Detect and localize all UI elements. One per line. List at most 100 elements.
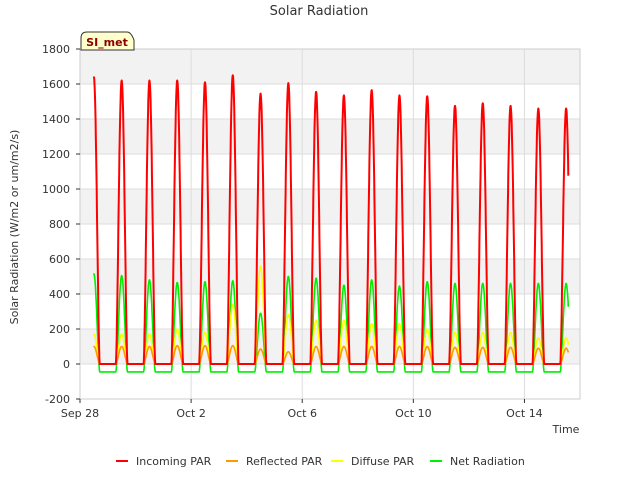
data-point-reflected-par <box>204 344 206 347</box>
data-point-incoming-par <box>259 92 262 95</box>
plot-band <box>80 84 580 119</box>
y-tick-label: 0 <box>63 358 70 371</box>
data-point-net-radiation <box>120 274 123 277</box>
data-point-reflected-par <box>454 346 456 349</box>
data-point-incoming-par <box>148 79 151 82</box>
legend-label: Reflected PAR <box>246 455 323 468</box>
site-badge: SI_met <box>80 31 135 51</box>
data-point-net-radiation <box>148 279 151 281</box>
site-badge-label: SI_met <box>86 36 128 49</box>
data-point-incoming-par <box>398 94 401 97</box>
data-point-diffuse-par <box>204 331 206 334</box>
data-point-net-radiation <box>231 280 234 282</box>
y-tick-label: 1800 <box>42 43 70 56</box>
y-tick-label: 1000 <box>42 183 70 196</box>
data-point-net-radiation <box>204 280 206 283</box>
data-point-reflected-par <box>259 348 262 350</box>
data-point-incoming-par <box>231 74 234 77</box>
y-axis-ticks: -200 0 200 400 600 800 1000 1200 1400 1600 1800 <box>42 43 80 406</box>
plot-band <box>80 224 580 259</box>
y-tick-label: -200 <box>45 393 70 406</box>
y-tick-label: 1600 <box>42 78 70 91</box>
data-point-incoming-par <box>343 94 345 97</box>
data-point-net-radiation <box>370 279 373 281</box>
legend-item: Reflected PAR <box>226 455 323 468</box>
data-point-reflected-par <box>287 350 290 353</box>
data-point-reflected-par <box>426 345 429 348</box>
data-point-reflected-par <box>120 345 123 348</box>
data-point-reflected-par <box>148 345 151 348</box>
data-point-diffuse-par <box>176 328 179 330</box>
data-point-incoming-par <box>93 76 95 78</box>
data-point-incoming-par <box>481 102 484 105</box>
data-point-diffuse-par <box>398 322 401 325</box>
y-axis-label: Solar Radiation (W/m2 or um/m2/s) <box>8 130 21 325</box>
y-tick-label: 200 <box>49 323 70 336</box>
data-point-diffuse-par <box>426 328 429 330</box>
data-point-net-radiation <box>454 282 456 285</box>
data-point-diffuse-par <box>481 331 484 334</box>
data-point-diffuse-par <box>287 314 290 316</box>
plot-band <box>80 49 580 84</box>
legend-label: Incoming PAR <box>136 455 212 468</box>
data-point-incoming-par <box>370 89 373 91</box>
data-point-net-radiation <box>343 284 345 287</box>
data-point-net-radiation <box>259 312 262 315</box>
data-point-incoming-par <box>537 107 540 110</box>
x-axis-label: Time <box>552 423 580 436</box>
data-point-net-radiation <box>509 282 512 285</box>
legend-item: Incoming PAR <box>116 455 212 468</box>
data-point-reflected-par <box>231 344 234 347</box>
y-tick-label: 1400 <box>42 113 70 126</box>
legend-label: Diffuse PAR <box>351 455 415 468</box>
data-point-net-radiation <box>287 275 290 278</box>
legend: Incoming PAR Reflected PAR Diffuse PAR Net … <box>116 455 525 468</box>
data-point-incoming-par <box>426 95 429 98</box>
data-point-incoming-par <box>454 105 456 107</box>
data-point-diffuse-par <box>509 331 512 334</box>
y-tick-label: 800 <box>49 218 70 231</box>
plot-band <box>80 154 580 189</box>
y-tick-label: 400 <box>49 288 70 301</box>
data-point-net-radiation <box>315 277 317 280</box>
y-tick-label: 1200 <box>42 148 70 161</box>
data-point-diffuse-par <box>259 265 262 267</box>
data-point-incoming-par <box>120 79 123 82</box>
data-point-incoming-par <box>204 81 206 84</box>
data-point-diffuse-par <box>120 333 123 336</box>
data-point-reflected-par <box>509 346 512 349</box>
chart-title: Solar Radiation <box>270 4 369 19</box>
data-point-net-radiation <box>176 281 179 284</box>
data-point-diffuse-par <box>537 336 540 339</box>
legend-label: Net Radiation <box>450 455 525 468</box>
data-point-diffuse-par <box>148 333 151 336</box>
data-point-net-radiation <box>537 282 540 285</box>
x-tick-label: Oct 14 <box>506 407 543 420</box>
x-tick-label: Oct 2 <box>176 407 206 420</box>
data-point-net-radiation <box>426 280 429 283</box>
data-point-diffuse-par <box>454 331 456 334</box>
data-point-net-radiation <box>481 282 484 285</box>
data-point-incoming-par <box>315 91 317 93</box>
data-point-net-radiation <box>93 273 95 275</box>
data-point-reflected-par <box>176 344 179 347</box>
plot-band <box>80 119 580 154</box>
data-point-reflected-par <box>481 346 484 349</box>
data-point-reflected-par <box>315 345 317 348</box>
data-point-diffuse-par <box>93 333 95 336</box>
data-point-reflected-par <box>537 347 540 350</box>
data-point-net-radiation <box>398 285 401 287</box>
data-point-diffuse-par <box>315 319 317 322</box>
data-point-incoming-par <box>287 82 290 84</box>
data-point-reflected-par <box>398 345 401 348</box>
solar-radiation-chart: Solar Radiation -200 0 200 400 600 800 1000 120… <box>8 4 581 468</box>
data-point-diffuse-par <box>231 303 234 306</box>
x-tick-label: Sep 28 <box>61 407 99 420</box>
legend-item: Diffuse PAR <box>331 455 415 468</box>
data-point-reflected-par <box>93 345 95 348</box>
data-point-reflected-par <box>370 345 373 348</box>
data-point-diffuse-par <box>370 322 373 325</box>
x-axis-ticks: Sep 28 Oct 2 Oct 6 Oct 10 Oct 14 <box>61 399 543 420</box>
plot-band <box>80 259 580 294</box>
data-point-incoming-par <box>176 79 179 82</box>
